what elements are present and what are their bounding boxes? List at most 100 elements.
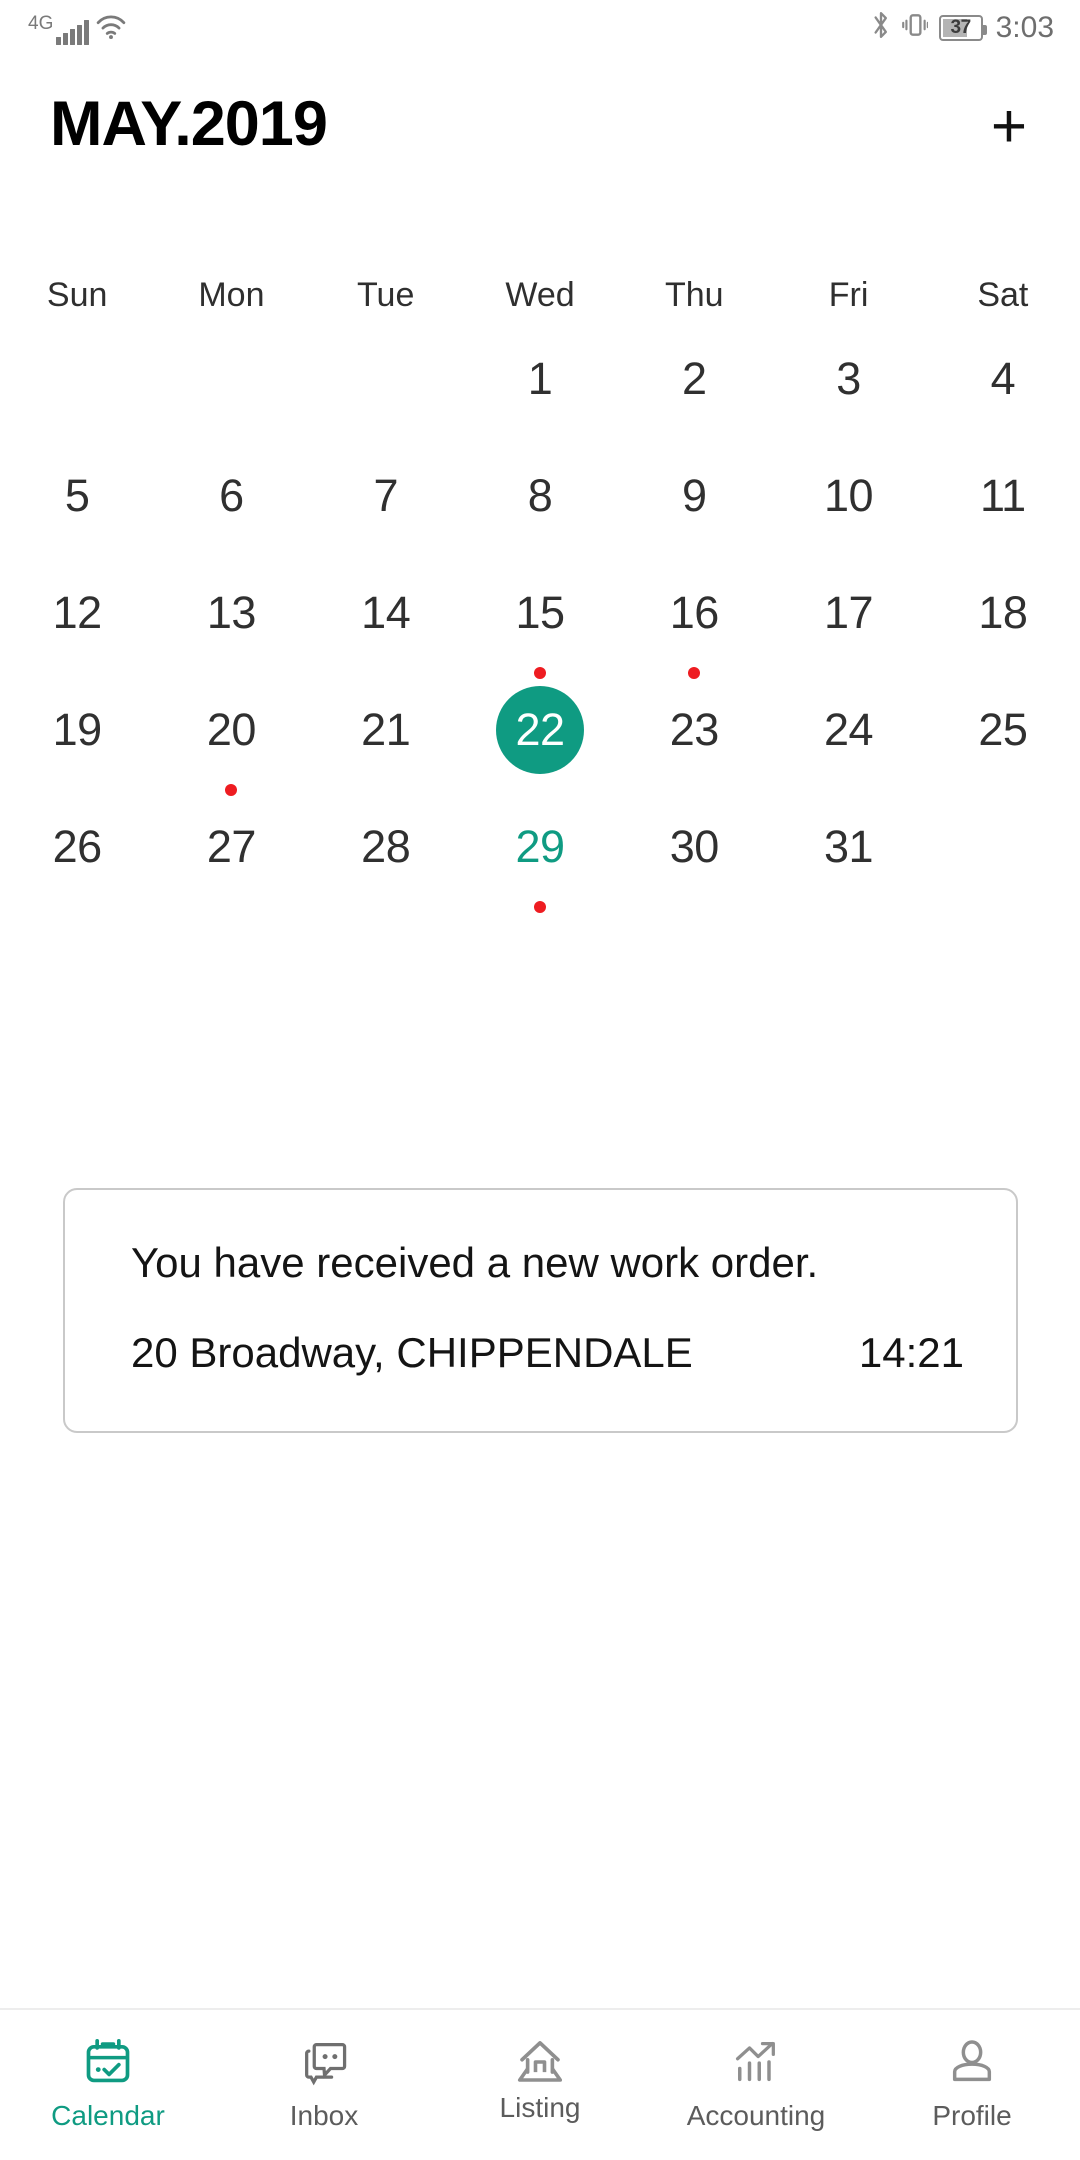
calendar-day-number: 13 (206, 587, 257, 638)
calendar-week-row: 1 2 3 4 (0, 335, 1080, 452)
notification-time: 14:21 (858, 1329, 964, 1376)
wifi-icon (96, 14, 126, 45)
calendar-day-number: 16 (669, 587, 720, 638)
calendar-day-cell[interactable]: 13 (154, 569, 308, 686)
notification-detail-row: 20 Broadway, CHIPPENDALE 14:21 (131, 1328, 964, 1378)
weekday-label-sat: Sat (977, 275, 1029, 314)
calendar-day-cell[interactable]: 2 (617, 335, 771, 452)
calendar-day-number: 24 (824, 704, 874, 755)
calendar-day-number: 30 (669, 821, 720, 872)
chat-bubbles-icon (296, 2034, 352, 2090)
nav-item-calendar[interactable]: Calendar (0, 2010, 216, 2160)
bottom-navigation-bar: Calendar Inbox Listing Accounting Profil… (0, 2008, 1080, 2160)
status-bar-left: 4G (28, 14, 126, 45)
calendar-day-cell[interactable]: 1 (463, 335, 617, 452)
calendar-day-cell[interactable]: 19 (0, 686, 154, 803)
calendar-day-number: 31 (824, 821, 874, 872)
calendar-day-cell[interactable]: 23 (617, 686, 771, 803)
calendar-grid: Sun Mon Tue Wed Thu Fri Sat 1 2 3 4 5 6 7 8 9 10 1… (0, 255, 1080, 920)
calendar-day-number: 25 (978, 704, 1028, 755)
plus-icon: + (990, 92, 1028, 161)
calendar-week-row: 26 27 28 29 30 31 (0, 803, 1080, 920)
calendar-day-number: 3 (836, 353, 861, 404)
weekday-label-sun: Sun (46, 275, 108, 314)
nav-item-profile[interactable]: Profile (864, 2010, 1080, 2160)
nav-label-calendar: Calendar (51, 2100, 165, 2131)
calendar-day-cell[interactable]: 22 (463, 686, 617, 803)
calendar-check-icon (80, 2034, 136, 2090)
nav-label-listing: Listing (499, 2092, 581, 2123)
bluetooth-icon (871, 10, 891, 45)
calendar-day-cell[interactable]: 5 (0, 452, 154, 569)
calendar-day-number: 19 (52, 704, 103, 755)
weekday-label-fri: Fri (828, 275, 869, 314)
status-bar-clock: 3:03 (995, 10, 1054, 44)
calendar-day-number: 12 (52, 587, 103, 638)
calendar-day-cell[interactable]: 8 (463, 452, 617, 569)
calendar-day-number: 8 (527, 470, 553, 521)
calendar-day-cell[interactable]: 9 (617, 452, 771, 569)
calendar-week-row: 19 20 21 22 23 24 25 (0, 686, 1080, 803)
calendar-day-cell[interactable]: 18 (926, 569, 1080, 686)
calendar-day-cell[interactable]: 14 (309, 569, 463, 686)
nav-item-accounting[interactable]: Accounting (648, 2010, 864, 2160)
status-bar-right: 37 3:03 (871, 10, 1054, 45)
nav-label-inbox: Inbox (289, 2100, 359, 2131)
calendar-day-cell[interactable]: 15 (463, 569, 617, 686)
event-dot-indicator (533, 901, 546, 913)
weekday-label-tue: Tue (357, 275, 415, 314)
calendar-day-number: 1 (527, 353, 553, 404)
phone-screen: 4G 37 3:03 MAY.2019 + Sun Mon Tue Wed Th… (0, 0, 1080, 2160)
calendar-weeks: 1 2 3 4 5 6 7 8 9 10 11 12 13 14 15 16 17 18 19 20 21 22 23 24 2… (0, 335, 1080, 920)
calendar-day-number: 10 (824, 470, 874, 521)
status-bar: 4G 37 3:03 (0, 0, 1080, 62)
nav-item-inbox[interactable]: Inbox (216, 2010, 432, 2160)
calendar-day-number: 21 (361, 704, 411, 755)
calendar-day-cell[interactable]: 26 (0, 803, 154, 920)
calendar-day-cell[interactable]: 30 (617, 803, 771, 920)
calendar-day-cell[interactable]: 27 (154, 803, 308, 920)
calendar-day-number: 20 (206, 704, 257, 755)
calendar-day-cell[interactable]: 10 (771, 452, 925, 569)
calendar-day-cell[interactable]: 6 (154, 452, 308, 569)
add-event-button[interactable]: + (966, 94, 1052, 160)
calendar-day-cell[interactable]: 21 (309, 686, 463, 803)
event-dot-indicator (225, 784, 238, 796)
calendar-day-cell[interactable]: 17 (771, 569, 925, 686)
calendar-day-number: 7 (373, 470, 398, 521)
weekday-label-mon: Mon (198, 275, 265, 314)
calendar-day-cell[interactable]: 7 (309, 452, 463, 569)
signal-bars-icon (56, 19, 89, 45)
calendar-day-cell[interactable]: 3 (771, 335, 925, 452)
work-order-notification-card[interactable]: You have received a new work order. 20 B… (63, 1188, 1018, 1433)
calendar-day-cell[interactable]: 12 (0, 569, 154, 686)
calendar-day-cell[interactable]: 25 (926, 686, 1080, 803)
calendar-day-cell[interactable]: 16 (617, 569, 771, 686)
calendar-day-cell[interactable]: 24 (771, 686, 925, 803)
nav-item-listing[interactable]: Listing (432, 2010, 648, 2160)
weekday-label-wed: Wed (505, 275, 575, 314)
calendar-day-number: 5 (64, 470, 90, 521)
calendar-day-number: 17 (824, 587, 874, 638)
calendar-day-cell[interactable]: 4 (926, 335, 1080, 452)
calendar-day-cell[interactable]: 11 (926, 452, 1080, 569)
vibrate-icon (901, 10, 929, 45)
calendar-day-cell[interactable]: 28 (309, 803, 463, 920)
bar-chart-trend-icon (728, 2034, 784, 2090)
calendar-weekday-header: Sun Mon Tue Wed Thu Fri Sat (0, 255, 1080, 335)
page-header: MAY.2019 + (0, 62, 1080, 182)
calendar-day-cell[interactable]: 20 (154, 686, 308, 803)
calendar-day-cell-empty (309, 335, 463, 452)
calendar-day-number: 18 (978, 587, 1028, 638)
calendar-week-row: 12 13 14 15 16 17 18 (0, 569, 1080, 686)
nav-label-profile: Profile (932, 2100, 1012, 2131)
calendar-day-number: 27 (206, 821, 257, 872)
nav-label-accounting: Accounting (686, 2100, 826, 2131)
calendar-day-number: 4 (990, 353, 1016, 404)
calendar-day-cell[interactable]: 29 (463, 803, 617, 920)
network-type-label: 4G (28, 13, 54, 34)
battery-level-label: 37 (950, 17, 972, 38)
calendar-day-cell[interactable]: 31 (771, 803, 925, 920)
page-title: MAY.2019 (50, 89, 328, 159)
calendar-day-number: 22 (495, 686, 584, 774)
